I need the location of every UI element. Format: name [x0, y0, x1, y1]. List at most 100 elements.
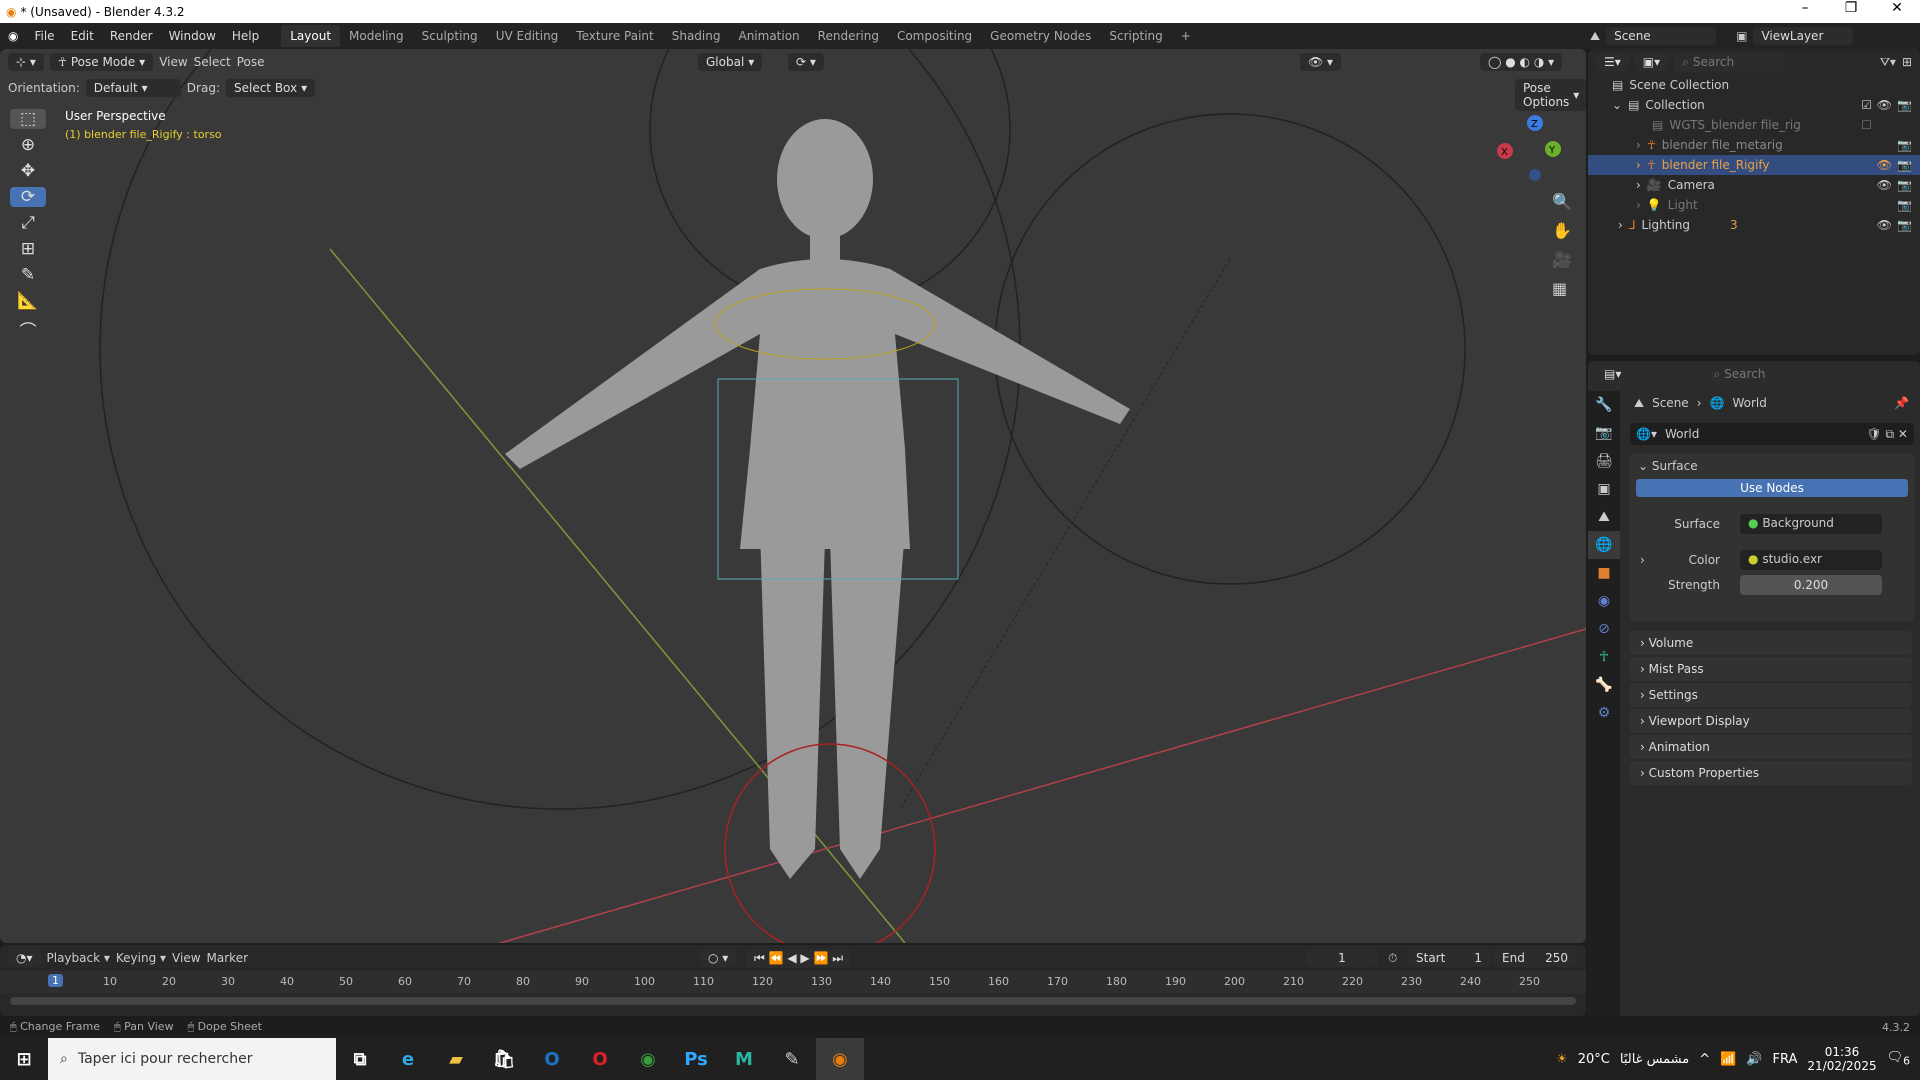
- ortho-grid-icon[interactable]: ▦: [1552, 279, 1572, 298]
- add-workspace-button[interactable]: +: [1172, 25, 1200, 47]
- chevron-down-icon[interactable]: ⌄: [1612, 98, 1622, 112]
- outlook-icon[interactable]: O: [528, 1038, 576, 1080]
- outliner-search[interactable]: ⌕ Search: [1674, 52, 1785, 72]
- chrome-icon[interactable]: ◉: [624, 1038, 672, 1080]
- camera-render-icon[interactable]: 📷: [1897, 158, 1912, 172]
- scale-tool-icon[interactable]: ⤢: [10, 213, 46, 233]
- view-layer-selector[interactable]: ViewLayer: [1753, 27, 1854, 45]
- stopwatch-icon[interactable]: ⏱: [1388, 951, 1397, 966]
- pivot-button[interactable]: ⟳ ▾: [788, 53, 824, 71]
- exclude-checkbox[interactable]: ☐: [1861, 118, 1872, 132]
- panel-mist-pass[interactable]: › Mist Pass: [1630, 657, 1912, 681]
- menu-pose[interactable]: Pose: [237, 55, 265, 69]
- strength-field[interactable]: 0.200: [1740, 575, 1882, 595]
- minimize-button[interactable]: –: [1782, 0, 1828, 16]
- list-item[interactable]: ▤ Scene Collection: [1588, 75, 1920, 95]
- eye-icon[interactable]: 👁: [1877, 158, 1892, 172]
- camera-render-icon[interactable]: 📷: [1897, 218, 1912, 232]
- tab-geometry-nodes[interactable]: Geometry Nodes: [981, 25, 1100, 47]
- world-actions[interactable]: 🛡 ⧉ ✕: [1867, 427, 1915, 442]
- 3d-viewport[interactable]: ⊹ ▾ ☥ Pose Mode ▾ View Select Pose Global…: [0, 49, 1586, 943]
- surface-panel-header[interactable]: ⌄ Surface: [1630, 453, 1914, 479]
- list-item[interactable]: ▤ WGTS_blender file_rig ☐: [1588, 115, 1920, 135]
- tab-animation[interactable]: Animation: [729, 25, 808, 47]
- tab-layout[interactable]: Layout: [281, 25, 341, 47]
- color-field[interactable]: ● studio.exr: [1740, 550, 1882, 570]
- panel-viewport-display[interactable]: › Viewport Display: [1630, 709, 1912, 733]
- view-layer-icon[interactable]: ▣: [1736, 29, 1747, 43]
- tab-sculpting[interactable]: Sculpting: [413, 25, 487, 47]
- render-tab-icon[interactable]: 📷: [1588, 419, 1620, 447]
- frame-ruler[interactable]: 1 10 20 30 40 50 60 70 80 90 100 110 120 130 140 150 16…: [0, 971, 1586, 993]
- menu-file[interactable]: File: [26, 29, 62, 43]
- panel-animation[interactable]: › Animation: [1630, 735, 1912, 759]
- auto-key-button[interactable]: ○ ▾: [700, 949, 737, 967]
- edge-icon[interactable]: e: [384, 1038, 432, 1080]
- transform-orientation[interactable]: Global ▾: [698, 53, 763, 71]
- panel-custom-properties[interactable]: › Custom Properties: [1630, 761, 1912, 785]
- camera-view-icon[interactable]: 🎥: [1552, 250, 1572, 269]
- pin-icon[interactable]: 📌: [1894, 396, 1909, 410]
- camera-render-icon[interactable]: 📷: [1897, 198, 1912, 212]
- world-tab-icon[interactable]: 🌐: [1588, 531, 1620, 559]
- editor-type-button[interactable]: ◔▾: [8, 949, 41, 967]
- close-button[interactable]: ✕: [1874, 0, 1920, 16]
- eye-icon[interactable]: 👁: [1877, 98, 1892, 112]
- pan-hand-icon[interactable]: ✋: [1552, 221, 1572, 240]
- camera-render-icon[interactable]: 📷: [1897, 178, 1912, 192]
- list-item[interactable]: › 💡 Light 📷: [1588, 195, 1920, 215]
- list-item[interactable]: › 🎥 Camera 👁 📷: [1588, 175, 1920, 195]
- panel-settings[interactable]: › Settings: [1630, 683, 1912, 707]
- new-collection-icon[interactable]: ⊞: [1902, 55, 1912, 69]
- blender-menu-icon[interactable]: ◉: [0, 29, 26, 43]
- task-view-icon[interactable]: ⧉: [336, 1038, 384, 1080]
- menu-playback[interactable]: Playback ▾: [47, 951, 110, 965]
- tool-tab-icon[interactable]: 🔧: [1588, 391, 1620, 419]
- scene-tab-icon[interactable]: ⛰: [1588, 503, 1620, 531]
- tab-rendering[interactable]: Rendering: [809, 25, 888, 47]
- playback-controls[interactable]: ⏮ ⏪ ◀ ▶ ⏩ ⏭: [746, 948, 852, 968]
- menu-window[interactable]: Window: [161, 29, 224, 43]
- physics-tab-icon[interactable]: ◉: [1588, 587, 1620, 615]
- playhead[interactable]: 1: [48, 974, 63, 987]
- tab-compositing[interactable]: Compositing: [888, 25, 981, 47]
- scene-selector[interactable]: Scene: [1606, 27, 1717, 45]
- menu-render[interactable]: Render: [102, 29, 161, 43]
- weather-temp[interactable]: 20°C: [1578, 1052, 1610, 1067]
- chevron-right-icon[interactable]: ›: [1636, 178, 1641, 192]
- tab-shading[interactable]: Shading: [663, 25, 730, 47]
- chevron-right-icon[interactable]: ›: [1618, 218, 1623, 232]
- menu-help[interactable]: Help: [224, 29, 267, 43]
- transform-tool-icon[interactable]: ⊞: [10, 239, 46, 259]
- language-indicator[interactable]: FRA: [1773, 1052, 1798, 1067]
- store-icon[interactable]: 🛍: [480, 1038, 528, 1080]
- eye-icon[interactable]: 👁: [1877, 218, 1892, 232]
- chevron-right-icon[interactable]: ›: [1636, 158, 1641, 172]
- mode-selector[interactable]: ☥ Pose Mode ▾: [49, 53, 154, 71]
- tab-texture-paint[interactable]: Texture Paint: [567, 25, 662, 47]
- select-box-tool-icon[interactable]: ⬚: [10, 109, 46, 129]
- clock[interactable]: 01:36 21/02/2025: [1807, 1045, 1876, 1073]
- menu-view[interactable]: View: [159, 55, 187, 69]
- view-layer-filter-button[interactable]: ▣▾: [1634, 53, 1669, 71]
- move-tool-icon[interactable]: ✥: [10, 161, 46, 181]
- properties-search[interactable]: ⌕ Search: [1705, 364, 1816, 384]
- list-item-selected[interactable]: › ☥ blender file_Rigify 👁 📷: [1588, 155, 1920, 175]
- notification-icon[interactable]: 🗨6: [1887, 1050, 1910, 1068]
- list-item[interactable]: › ☥ blender file_metarig 📷: [1588, 135, 1920, 155]
- taskbar-search[interactable]: ⌕ Taper ici pour rechercher: [48, 1038, 336, 1080]
- file-explorer-icon[interactable]: ▰: [432, 1038, 480, 1080]
- tab-scripting[interactable]: Scripting: [1100, 25, 1171, 47]
- menu-marker[interactable]: Marker: [207, 951, 248, 965]
- view-layer-tab-icon[interactable]: ▣: [1588, 475, 1620, 503]
- filter-icon[interactable]: ⛛▾: [1880, 55, 1896, 70]
- scene-icon[interactable]: ⛰: [1590, 29, 1600, 44]
- chevron-right-icon[interactable]: ›: [1636, 138, 1641, 152]
- zoom-icon[interactable]: 🔍: [1552, 192, 1572, 211]
- menu-select[interactable]: Select: [194, 55, 231, 69]
- cursor-tool-icon[interactable]: ⊕: [10, 135, 46, 155]
- list-item[interactable]: › ⅃ Lighting 3 👁 📷: [1588, 215, 1920, 235]
- timeline-scrollbar[interactable]: [10, 997, 1576, 1005]
- app-m-icon[interactable]: M: [720, 1038, 768, 1080]
- blender-taskbar-icon[interactable]: ◉: [816, 1038, 864, 1080]
